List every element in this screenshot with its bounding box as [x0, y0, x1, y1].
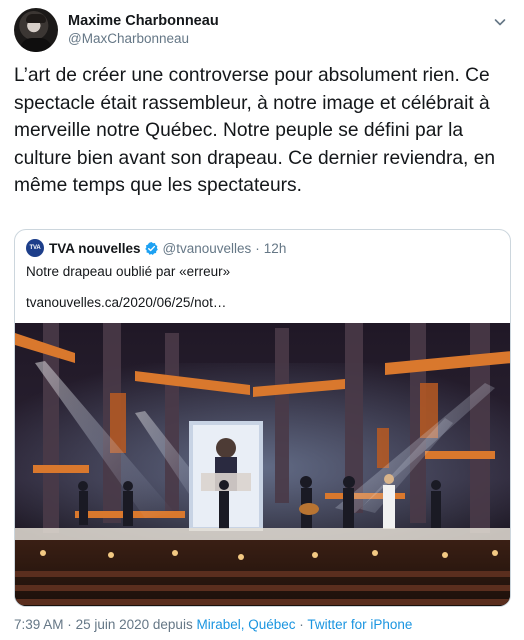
quoted-display-name[interactable]: TVA nouvelles: [49, 241, 141, 256]
footer-time[interactable]: 7:39 AM: [14, 617, 64, 632]
quoted-handle[interactable]: @tvanouvelles: [163, 241, 252, 256]
tweet-text: L’art de créer une controverse pour abso…: [14, 65, 496, 196]
footer-client-link[interactable]: Twitter for iPhone: [307, 617, 412, 632]
tweet-header: Maxime Charbonneau @MaxCharbonneau: [14, 8, 510, 52]
quoted-tweet[interactable]: TVA TVA nouvelles @tvanouvelles · 12h No…: [14, 229, 511, 607]
verified-badge-icon: [144, 241, 158, 255]
avatar-shirt: [20, 38, 52, 52]
quoted-link[interactable]: tvanouvelles.ca/2020/06/25/not…: [26, 295, 226, 310]
quoted-separator: ·: [255, 240, 260, 256]
author-display-name[interactable]: Maxime Charbonneau: [68, 13, 219, 29]
footer-separator: ·: [67, 617, 72, 632]
concert-stage-photo[interactable]: [15, 323, 510, 606]
tva-logo-text: TVA: [29, 245, 41, 251]
stage-illustration: [15, 323, 510, 606]
author-handle[interactable]: @MaxCharbonneau: [68, 31, 189, 46]
footer-location-link[interactable]: Mirabel, Québec: [196, 617, 295, 632]
chevron-down-icon[interactable]: [492, 14, 508, 30]
tva-logo-icon[interactable]: TVA: [26, 239, 44, 257]
footer-separator-2: ·: [299, 617, 304, 632]
tweet: Maxime Charbonneau @MaxCharbonneau L’art…: [0, 0, 524, 640]
tweet-footer: 7:39 AM · 25 juin 2020 depuis Mirabel, Q…: [14, 617, 412, 632]
avatar-hair: [26, 14, 46, 23]
quoted-timestamp[interactable]: 12h: [264, 241, 287, 256]
quoted-header: TVA TVA nouvelles @tvanouvelles · 12h: [26, 239, 286, 257]
footer-depuis: depuis: [152, 617, 193, 632]
quoted-text: Notre drapeau oublié par «erreur»: [26, 264, 231, 279]
footer-date[interactable]: 25 juin 2020: [76, 617, 150, 632]
avatar[interactable]: [14, 8, 58, 52]
